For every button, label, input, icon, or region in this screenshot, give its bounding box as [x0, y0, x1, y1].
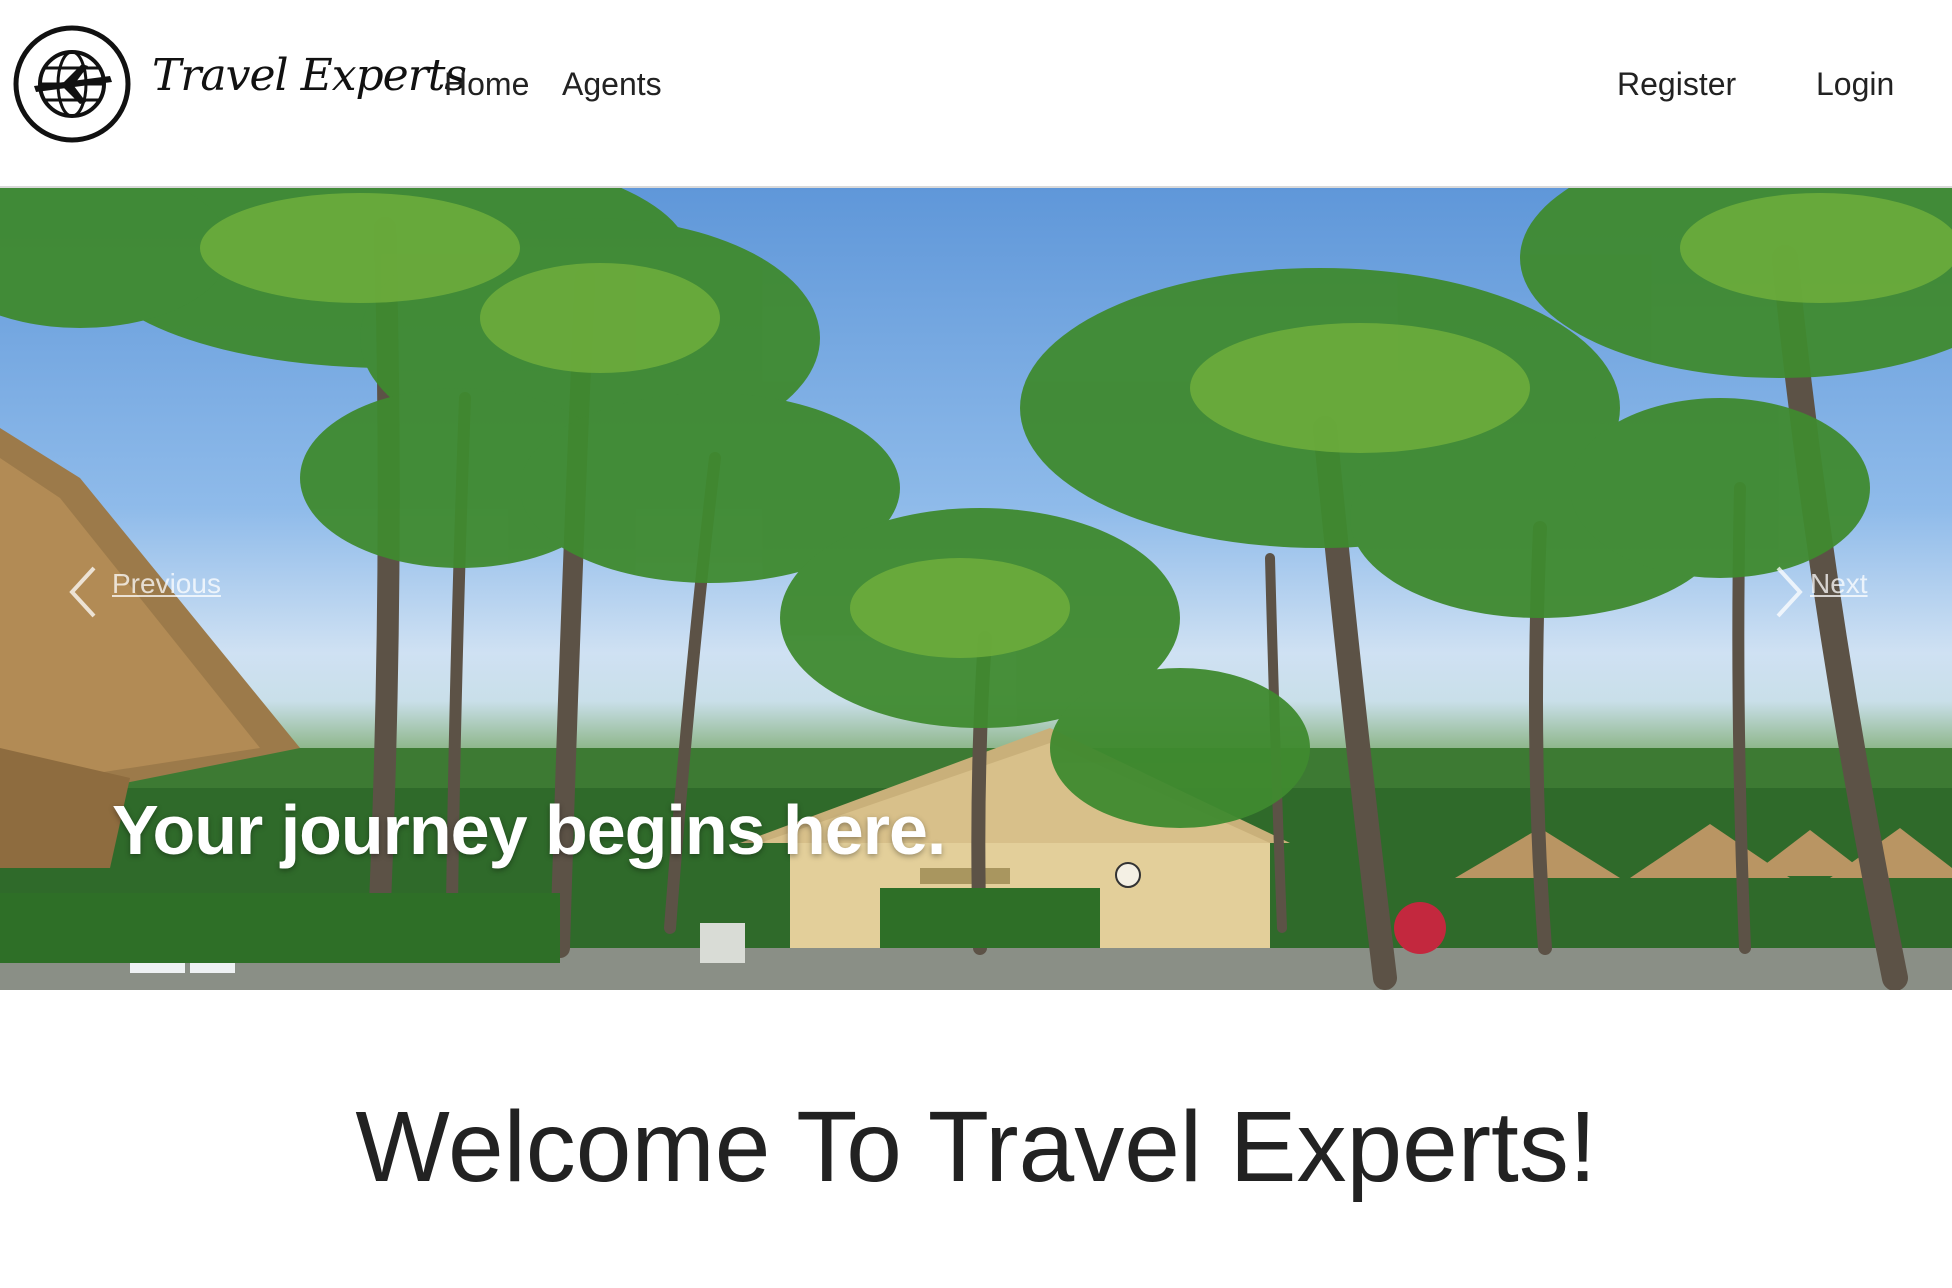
nav-agents-link[interactable]: Agents — [562, 66, 662, 103]
carousel-caption: Your journey begins here. — [112, 791, 946, 869]
globe-airplane-icon[interactable] — [12, 24, 132, 144]
nav-home-link[interactable]: Home — [444, 66, 529, 103]
carousel-next-link[interactable]: Next — [1810, 568, 1868, 600]
chevron-left-icon[interactable] — [64, 562, 104, 622]
brand-name[interactable]: Travel Experts — [152, 50, 467, 101]
nav-login-link[interactable]: Login — [1816, 66, 1894, 103]
chevron-right-icon[interactable] — [1768, 562, 1808, 622]
page-title: Welcome To Travel Experts! — [355, 1091, 1597, 1203]
navbar: Travel Experts Home Agents Register Logi… — [0, 0, 1952, 188]
carousel-previous-link[interactable]: Previous — [112, 568, 221, 600]
nav-register-link[interactable]: Register — [1617, 66, 1736, 103]
hero-carousel: Previous Next Your journey begins here. — [0, 188, 1952, 990]
